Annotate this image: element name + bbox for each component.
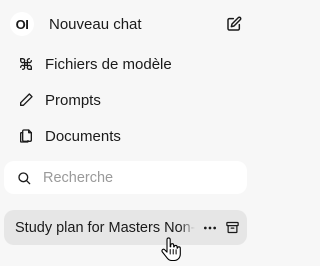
chat-title: Study plan for Masters Non-Native <box>15 219 195 236</box>
sidebar-item-prompts[interactable]: Prompts <box>12 82 240 118</box>
pencil-icon <box>16 90 36 110</box>
sidebar-item-documents[interactable]: Documents <box>12 118 240 154</box>
sidebar-item-label: Fichiers de modèle <box>45 55 172 73</box>
more-options-icon[interactable] <box>202 220 218 236</box>
chat-list-item[interactable]: Study plan for Masters Non-Native <box>4 210 247 245</box>
new-chat-button[interactable]: OI Nouveau chat <box>6 6 244 42</box>
app-logo: OI <box>10 12 34 36</box>
sidebar-item-label: Prompts <box>45 91 101 109</box>
new-chat-label: Nouveau chat <box>49 15 142 33</box>
grid-icon <box>16 54 36 74</box>
documents-icon <box>16 126 36 146</box>
archive-icon[interactable] <box>224 220 240 236</box>
edit-icon[interactable] <box>224 14 244 34</box>
search-input[interactable] <box>41 168 225 187</box>
hand-pointer-icon <box>160 237 182 262</box>
sidebar-item-modelfiles[interactable]: Fichiers de modèle <box>12 46 240 82</box>
sidebar-item-label: Documents <box>45 127 121 145</box>
search-box[interactable] <box>4 161 247 194</box>
search-icon <box>15 169 33 187</box>
chat-actions <box>202 210 240 245</box>
